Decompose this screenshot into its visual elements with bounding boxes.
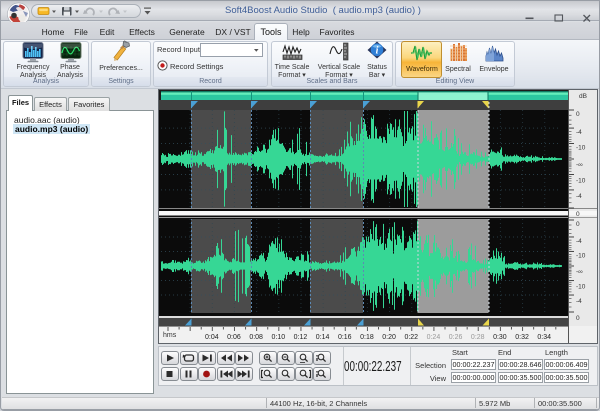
svg-text:0:10: 0:10	[271, 334, 285, 341]
svg-text:hms: hms	[163, 332, 177, 339]
svg-text:0:16: 0:16	[338, 334, 352, 341]
svg-text:0:14: 0:14	[316, 334, 330, 341]
svg-text:-10: -10	[576, 252, 586, 259]
svg-text:0:30: 0:30	[493, 334, 507, 341]
svg-text:0:34: 0:34	[537, 334, 551, 341]
svg-text:0:24: 0:24	[427, 334, 441, 341]
svg-text:-4: -4	[576, 129, 582, 136]
svg-text:-4: -4	[576, 298, 582, 305]
svg-text:0:04: 0:04	[205, 334, 219, 341]
svg-text:0:28: 0:28	[471, 334, 485, 341]
svg-text:i: i	[376, 45, 379, 56]
svg-text:0:26: 0:26	[449, 334, 463, 341]
svg-text:0:08: 0:08	[249, 334, 263, 341]
svg-text:0:22: 0:22	[404, 334, 418, 341]
svg-text:0: 0	[576, 111, 580, 118]
svg-text:-4: -4	[576, 238, 582, 245]
svg-text:0: 0	[576, 221, 580, 228]
svg-text:-4: -4	[576, 193, 582, 200]
svg-text:0:20: 0:20	[382, 334, 396, 341]
svg-text:-10: -10	[576, 145, 586, 152]
svg-text:0: 0	[576, 211, 580, 218]
svg-text:dB: dB	[579, 93, 587, 100]
svg-text:-10: -10	[576, 177, 586, 184]
svg-text:-∞: -∞	[576, 162, 583, 169]
svg-text:0:32: 0:32	[515, 334, 529, 341]
svg-text:0:06: 0:06	[227, 334, 241, 341]
svg-text:0:12: 0:12	[294, 334, 308, 341]
svg-text:-10: -10	[576, 284, 586, 291]
svg-text:0:18: 0:18	[360, 334, 374, 341]
svg-text:0: 0	[576, 315, 580, 322]
svg-text:-∞: -∞	[576, 269, 583, 276]
